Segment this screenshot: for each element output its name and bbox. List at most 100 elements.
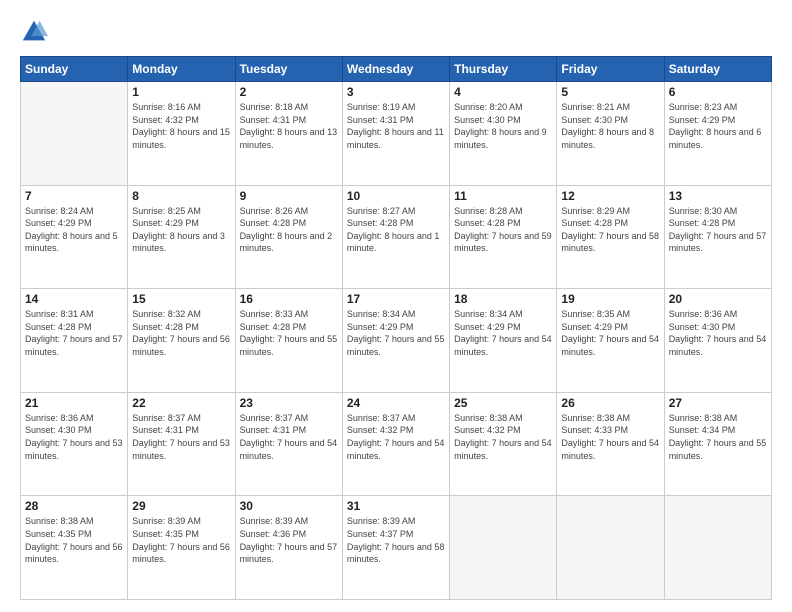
day-number: 8 — [132, 189, 230, 203]
calendar-cell — [664, 496, 771, 600]
calendar-cell: 13 Sunrise: 8:30 AM Sunset: 4:28 PM Dayl… — [664, 185, 771, 289]
calendar-cell: 17 Sunrise: 8:34 AM Sunset: 4:29 PM Dayl… — [342, 289, 449, 393]
calendar-cell: 30 Sunrise: 8:39 AM Sunset: 4:36 PM Dayl… — [235, 496, 342, 600]
calendar-week-4: 21 Sunrise: 8:36 AM Sunset: 4:30 PM Dayl… — [21, 392, 772, 496]
day-info: Sunrise: 8:39 AM Sunset: 4:37 PM Dayligh… — [347, 515, 445, 565]
day-info: Sunrise: 8:39 AM Sunset: 4:36 PM Dayligh… — [240, 515, 338, 565]
calendar-week-2: 7 Sunrise: 8:24 AM Sunset: 4:29 PM Dayli… — [21, 185, 772, 289]
calendar-cell: 12 Sunrise: 8:29 AM Sunset: 4:28 PM Dayl… — [557, 185, 664, 289]
day-info: Sunrise: 8:38 AM Sunset: 4:35 PM Dayligh… — [25, 515, 123, 565]
day-number: 27 — [669, 396, 767, 410]
day-number: 21 — [25, 396, 123, 410]
calendar-cell: 21 Sunrise: 8:36 AM Sunset: 4:30 PM Dayl… — [21, 392, 128, 496]
day-header-thursday: Thursday — [450, 57, 557, 82]
day-info: Sunrise: 8:18 AM Sunset: 4:31 PM Dayligh… — [240, 101, 338, 151]
day-info: Sunrise: 8:36 AM Sunset: 4:30 PM Dayligh… — [25, 412, 123, 462]
day-info: Sunrise: 8:23 AM Sunset: 4:29 PM Dayligh… — [669, 101, 767, 151]
calendar-cell: 18 Sunrise: 8:34 AM Sunset: 4:29 PM Dayl… — [450, 289, 557, 393]
day-info: Sunrise: 8:24 AM Sunset: 4:29 PM Dayligh… — [25, 205, 123, 255]
day-number: 20 — [669, 292, 767, 306]
day-number: 7 — [25, 189, 123, 203]
calendar-cell: 6 Sunrise: 8:23 AM Sunset: 4:29 PM Dayli… — [664, 82, 771, 186]
calendar-cell: 14 Sunrise: 8:31 AM Sunset: 4:28 PM Dayl… — [21, 289, 128, 393]
day-number: 9 — [240, 189, 338, 203]
day-number: 14 — [25, 292, 123, 306]
day-info: Sunrise: 8:38 AM Sunset: 4:32 PM Dayligh… — [454, 412, 552, 462]
day-number: 19 — [561, 292, 659, 306]
day-number: 4 — [454, 85, 552, 99]
day-number: 1 — [132, 85, 230, 99]
day-info: Sunrise: 8:19 AM Sunset: 4:31 PM Dayligh… — [347, 101, 445, 151]
logo — [20, 18, 52, 46]
day-number: 18 — [454, 292, 552, 306]
day-info: Sunrise: 8:38 AM Sunset: 4:33 PM Dayligh… — [561, 412, 659, 462]
day-header-sunday: Sunday — [21, 57, 128, 82]
day-info: Sunrise: 8:27 AM Sunset: 4:28 PM Dayligh… — [347, 205, 445, 255]
day-info: Sunrise: 8:29 AM Sunset: 4:28 PM Dayligh… — [561, 205, 659, 255]
day-number: 24 — [347, 396, 445, 410]
day-info: Sunrise: 8:31 AM Sunset: 4:28 PM Dayligh… — [25, 308, 123, 358]
calendar-cell: 29 Sunrise: 8:39 AM Sunset: 4:35 PM Dayl… — [128, 496, 235, 600]
day-number: 2 — [240, 85, 338, 99]
day-info: Sunrise: 8:37 AM Sunset: 4:31 PM Dayligh… — [132, 412, 230, 462]
day-number: 10 — [347, 189, 445, 203]
calendar-cell: 15 Sunrise: 8:32 AM Sunset: 4:28 PM Dayl… — [128, 289, 235, 393]
calendar-cell: 4 Sunrise: 8:20 AM Sunset: 4:30 PM Dayli… — [450, 82, 557, 186]
day-number: 29 — [132, 499, 230, 513]
calendar-cell — [21, 82, 128, 186]
day-number: 16 — [240, 292, 338, 306]
header — [20, 18, 772, 46]
day-header-monday: Monday — [128, 57, 235, 82]
day-info: Sunrise: 8:26 AM Sunset: 4:28 PM Dayligh… — [240, 205, 338, 255]
calendar-cell: 26 Sunrise: 8:38 AM Sunset: 4:33 PM Dayl… — [557, 392, 664, 496]
day-number: 11 — [454, 189, 552, 203]
day-info: Sunrise: 8:37 AM Sunset: 4:32 PM Dayligh… — [347, 412, 445, 462]
day-number: 17 — [347, 292, 445, 306]
calendar-cell — [557, 496, 664, 600]
day-number: 15 — [132, 292, 230, 306]
logo-icon — [20, 18, 48, 46]
day-header-friday: Friday — [557, 57, 664, 82]
calendar-cell: 7 Sunrise: 8:24 AM Sunset: 4:29 PM Dayli… — [21, 185, 128, 289]
day-header-tuesday: Tuesday — [235, 57, 342, 82]
calendar-cell: 19 Sunrise: 8:35 AM Sunset: 4:29 PM Dayl… — [557, 289, 664, 393]
day-info: Sunrise: 8:36 AM Sunset: 4:30 PM Dayligh… — [669, 308, 767, 358]
calendar-cell: 27 Sunrise: 8:38 AM Sunset: 4:34 PM Dayl… — [664, 392, 771, 496]
day-info: Sunrise: 8:20 AM Sunset: 4:30 PM Dayligh… — [454, 101, 552, 151]
day-number: 5 — [561, 85, 659, 99]
day-number: 30 — [240, 499, 338, 513]
day-info: Sunrise: 8:30 AM Sunset: 4:28 PM Dayligh… — [669, 205, 767, 255]
day-number: 22 — [132, 396, 230, 410]
calendar-cell: 16 Sunrise: 8:33 AM Sunset: 4:28 PM Dayl… — [235, 289, 342, 393]
calendar-cell: 3 Sunrise: 8:19 AM Sunset: 4:31 PM Dayli… — [342, 82, 449, 186]
day-info: Sunrise: 8:33 AM Sunset: 4:28 PM Dayligh… — [240, 308, 338, 358]
calendar-cell: 31 Sunrise: 8:39 AM Sunset: 4:37 PM Dayl… — [342, 496, 449, 600]
calendar-week-3: 14 Sunrise: 8:31 AM Sunset: 4:28 PM Dayl… — [21, 289, 772, 393]
day-number: 25 — [454, 396, 552, 410]
calendar-week-5: 28 Sunrise: 8:38 AM Sunset: 4:35 PM Dayl… — [21, 496, 772, 600]
day-info: Sunrise: 8:34 AM Sunset: 4:29 PM Dayligh… — [454, 308, 552, 358]
calendar-cell: 20 Sunrise: 8:36 AM Sunset: 4:30 PM Dayl… — [664, 289, 771, 393]
day-number: 13 — [669, 189, 767, 203]
calendar-cell: 9 Sunrise: 8:26 AM Sunset: 4:28 PM Dayli… — [235, 185, 342, 289]
calendar-cell — [450, 496, 557, 600]
day-number: 6 — [669, 85, 767, 99]
day-info: Sunrise: 8:37 AM Sunset: 4:31 PM Dayligh… — [240, 412, 338, 462]
calendar-cell: 22 Sunrise: 8:37 AM Sunset: 4:31 PM Dayl… — [128, 392, 235, 496]
calendar-cell: 24 Sunrise: 8:37 AM Sunset: 4:32 PM Dayl… — [342, 392, 449, 496]
calendar-cell: 2 Sunrise: 8:18 AM Sunset: 4:31 PM Dayli… — [235, 82, 342, 186]
calendar-cell: 10 Sunrise: 8:27 AM Sunset: 4:28 PM Dayl… — [342, 185, 449, 289]
day-info: Sunrise: 8:38 AM Sunset: 4:34 PM Dayligh… — [669, 412, 767, 462]
day-number: 23 — [240, 396, 338, 410]
calendar-table: SundayMondayTuesdayWednesdayThursdayFrid… — [20, 56, 772, 600]
calendar-cell: 23 Sunrise: 8:37 AM Sunset: 4:31 PM Dayl… — [235, 392, 342, 496]
calendar-header-row: SundayMondayTuesdayWednesdayThursdayFrid… — [21, 57, 772, 82]
day-number: 26 — [561, 396, 659, 410]
calendar-cell: 25 Sunrise: 8:38 AM Sunset: 4:32 PM Dayl… — [450, 392, 557, 496]
day-info: Sunrise: 8:16 AM Sunset: 4:32 PM Dayligh… — [132, 101, 230, 151]
day-info: Sunrise: 8:34 AM Sunset: 4:29 PM Dayligh… — [347, 308, 445, 358]
day-info: Sunrise: 8:35 AM Sunset: 4:29 PM Dayligh… — [561, 308, 659, 358]
day-number: 12 — [561, 189, 659, 203]
day-number: 3 — [347, 85, 445, 99]
calendar-cell: 28 Sunrise: 8:38 AM Sunset: 4:35 PM Dayl… — [21, 496, 128, 600]
